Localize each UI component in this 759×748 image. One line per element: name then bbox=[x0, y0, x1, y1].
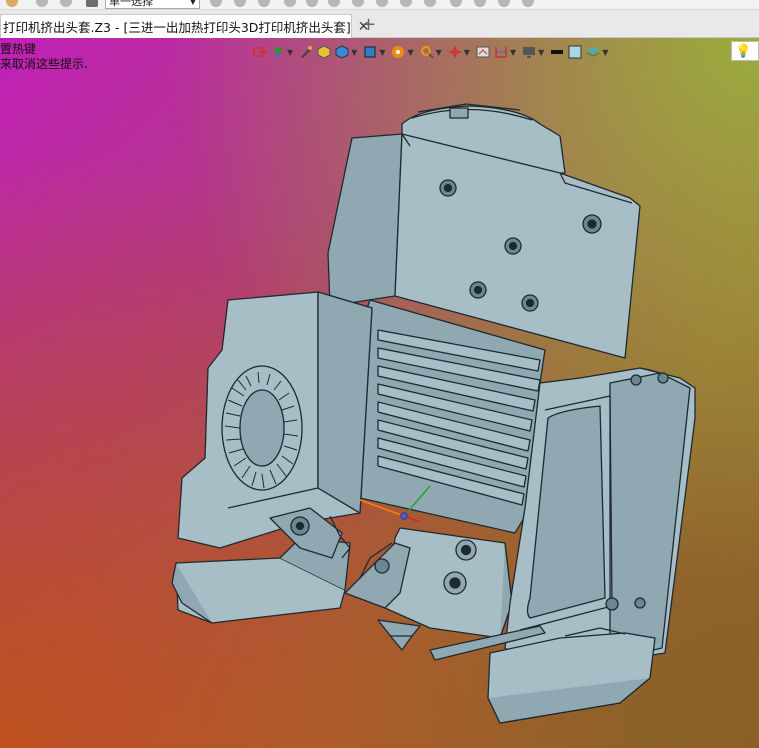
new-tab-button[interactable]: + bbox=[361, 16, 376, 34]
arc-icon[interactable] bbox=[400, 0, 412, 7]
upper-block-side bbox=[327, 133, 403, 307]
selection-mode-dropdown[interactable]: 单一选择 ▼ bbox=[105, 0, 200, 9]
document-tab[interactable]: 打印机挤出头套.Z3 - [三进一出加热打印头3D打印机挤出头套] ✕ bbox=[0, 14, 370, 38]
trim-icon[interactable] bbox=[424, 0, 436, 7]
sketch-icon[interactable] bbox=[474, 0, 486, 7]
document-tab-title: 打印机挤出头套.Z3 - [三进一出加热打印头3D打印机挤出头套] bbox=[3, 20, 351, 35]
play-icon[interactable] bbox=[258, 0, 270, 7]
3d-viewport[interactable]: 置热键 来取消这些提示. ▼ ▼ ▼ ▼ ▼ ▼ ▼ ▼ ▼ 💡 bbox=[0, 38, 759, 748]
mirror-icon[interactable] bbox=[522, 0, 534, 7]
app-menu-icon[interactable] bbox=[6, 0, 18, 7]
rotate-icon[interactable] bbox=[376, 0, 388, 7]
shell-icon[interactable] bbox=[498, 0, 510, 7]
curve-icon[interactable] bbox=[328, 0, 340, 7]
fan-rotor bbox=[221, 365, 303, 491]
fillet-icon[interactable] bbox=[450, 0, 462, 7]
undo-icon[interactable] bbox=[36, 0, 48, 7]
top-toolbar: 单一选择 ▼ bbox=[0, 0, 759, 10]
point-icon[interactable] bbox=[284, 0, 296, 7]
document-tab-bar: 打印机挤出头套.Z3 - [三进一出加热打印头3D打印机挤出头套] ✕ + bbox=[0, 10, 759, 38]
stop-icon[interactable] bbox=[86, 0, 98, 7]
redo-icon[interactable] bbox=[60, 0, 72, 7]
selection-mode-value: 单一选择 bbox=[109, 0, 153, 8]
filter-icon[interactable] bbox=[234, 0, 246, 7]
pick-icon[interactable] bbox=[210, 0, 222, 7]
chevron-down-icon: ▼ bbox=[189, 0, 196, 6]
line-icon[interactable] bbox=[306, 0, 318, 7]
circle-icon[interactable] bbox=[352, 0, 364, 7]
extruder-model[interactable] bbox=[0, 38, 759, 748]
nozzle bbox=[377, 619, 421, 651]
